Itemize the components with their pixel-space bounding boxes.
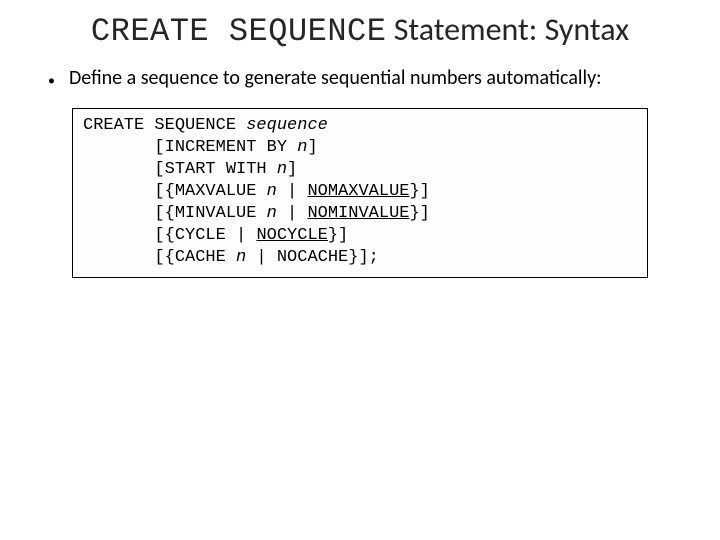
bullet-text: Define a sequence to generate sequential… xyxy=(69,67,602,90)
code-l5b: n xyxy=(267,204,277,223)
code-l3b: n xyxy=(277,160,287,179)
code-l5c: | xyxy=(277,204,308,223)
syntax-code-box: CREATE SEQUENCE sequence [INCREMENT BY n… xyxy=(72,108,648,279)
title-mono: CREATE SEQUENCE xyxy=(91,13,387,50)
code-l5a: [{MINVALUE xyxy=(83,204,267,223)
code-l4c: | xyxy=(277,182,308,201)
code-l3c: ] xyxy=(287,160,297,179)
code-l4d: NOMAXVALUE xyxy=(307,182,409,201)
code-l1b: sequence xyxy=(246,116,328,135)
code-l6a: [{CYCLE | xyxy=(83,226,256,245)
title-rest: Statement: Syntax xyxy=(386,10,629,49)
code-l2b: n xyxy=(297,138,307,157)
bullet-item: • Define a sequence to generate sequenti… xyxy=(48,67,690,90)
code-l7c: | NOCACHE}]; xyxy=(246,248,379,267)
code-l1a: CREATE SEQUENCE xyxy=(83,116,246,135)
slide-title: CREATE SEQUENCE Statement: Syntax xyxy=(30,12,690,51)
code-l2a: [INCREMENT BY xyxy=(83,138,297,157)
bullet-icon: • xyxy=(48,73,55,89)
code-l6b: NOCYCLE xyxy=(256,226,327,245)
code-l6c: }] xyxy=(328,226,348,245)
code-l3a: [START WITH xyxy=(83,160,277,179)
code-l4e: }] xyxy=(409,182,429,201)
code-l7a: [{CACHE xyxy=(83,248,236,267)
code-l2c: ] xyxy=(307,138,317,157)
code-l5e: }] xyxy=(409,204,429,223)
code-l4a: [{MAXVALUE xyxy=(83,182,267,201)
code-l5d: NOMINVALUE xyxy=(307,204,409,223)
code-l4b: n xyxy=(267,182,277,201)
slide: CREATE SEQUENCE Statement: Syntax • Defi… xyxy=(0,0,720,308)
code-l7b: n xyxy=(236,248,246,267)
